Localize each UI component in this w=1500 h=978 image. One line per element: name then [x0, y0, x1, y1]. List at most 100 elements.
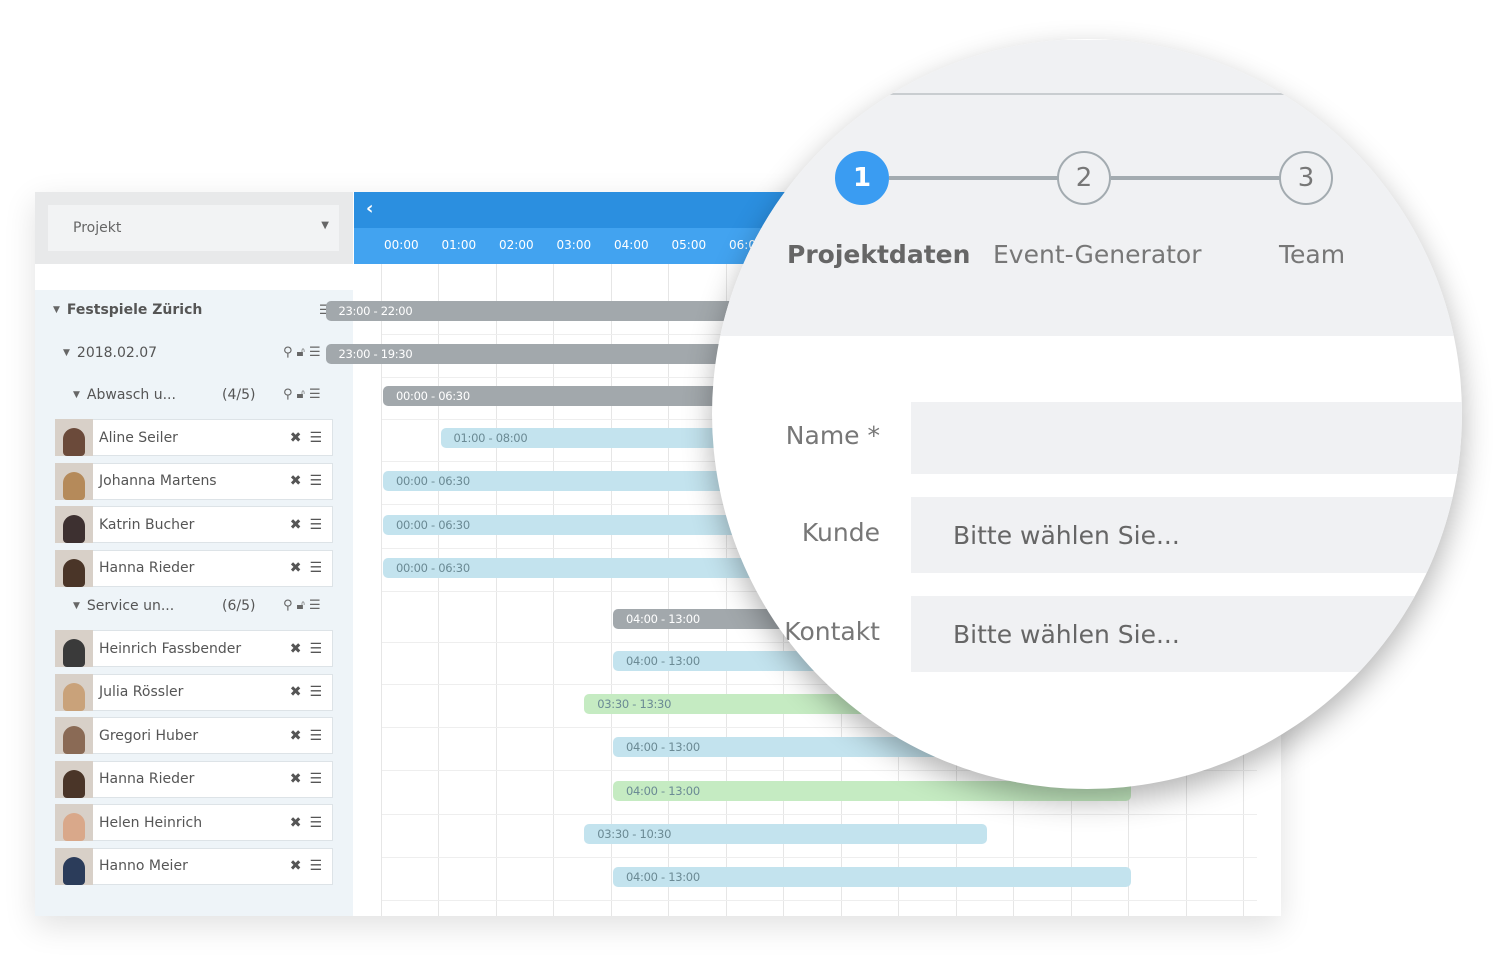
- group-actions: ⚲ 🔓︎ ☰: [283, 598, 321, 613]
- caret-down-icon: ▼: [321, 220, 329, 231]
- remove-icon[interactable]: ✖: [290, 430, 302, 446]
- avatar-figure: [63, 726, 85, 754]
- person-row[interactable]: Katrin Bucher ✖ ☰: [55, 506, 333, 543]
- person-name: Hanno Meier: [99, 858, 188, 874]
- project-select[interactable]: Projekt ▼: [48, 205, 339, 251]
- avatar: [55, 549, 93, 587]
- avatar-figure: [63, 813, 85, 841]
- step-2[interactable]: 2: [1057, 151, 1111, 205]
- person-row[interactable]: Aline Seiler ✖ ☰: [55, 419, 333, 456]
- shift-bar[interactable]: 00:00 - 06:30: [383, 471, 757, 491]
- shift-bar[interactable]: 00:00 - 06:30: [383, 558, 757, 578]
- sidebar: Projekt ▼ ▼ Festspiele Zürich ☰ ▼ 2018.02.0…: [35, 192, 353, 916]
- caret-down-icon: ▼: [73, 601, 80, 611]
- person-actions: ✖ ☰: [290, 473, 322, 489]
- person-row[interactable]: Hanna Rieder ✖ ☰: [55, 760, 333, 798]
- menu-icon[interactable]: ☰: [309, 771, 322, 787]
- avatar-figure: [63, 769, 85, 798]
- menu-icon[interactable]: ☰: [309, 387, 321, 402]
- remove-icon[interactable]: ✖: [290, 473, 302, 489]
- menu-icon[interactable]: ☰: [309, 641, 322, 657]
- menu-icon[interactable]: ☰: [309, 684, 322, 700]
- caret-down-icon: ▼: [53, 305, 60, 315]
- field-value: Bitte wählen Sie...: [953, 520, 1180, 550]
- menu-icon[interactable]: ☰: [309, 858, 322, 874]
- person-row[interactable]: Hanno Meier ✖ ☰: [55, 847, 333, 885]
- location-icon[interactable]: ⚲: [283, 387, 293, 402]
- unlock-icon[interactable]: 🔓︎: [297, 598, 305, 613]
- shift-bar[interactable]: 00:00 - 06:30: [383, 515, 757, 535]
- menu-icon[interactable]: ☰: [309, 815, 322, 831]
- shift-bar[interactable]: 04:00 - 13:00: [613, 867, 1131, 887]
- person-actions: ✖ ☰: [290, 858, 322, 874]
- person-row[interactable]: Helen Heinrich ✖ ☰: [55, 804, 333, 841]
- menu-icon[interactable]: ☰: [309, 728, 322, 744]
- step-1[interactable]: 1: [835, 151, 889, 205]
- group-count: (6/5): [222, 598, 256, 614]
- hour-label: 05:00: [671, 238, 707, 252]
- hour-label: 00:00: [384, 238, 419, 252]
- hour-label: 04:00: [614, 238, 649, 252]
- step-3[interactable]: 3: [1279, 151, 1333, 205]
- remove-icon[interactable]: ✖: [290, 815, 302, 831]
- location-icon[interactable]: ⚲: [283, 345, 293, 360]
- person-actions: ✖ ☰: [290, 771, 322, 787]
- location-icon[interactable]: ⚲: [283, 598, 293, 613]
- step-label[interactable]: Event-Generator: [993, 240, 1202, 269]
- person-row[interactable]: Gregori Huber ✖ ☰: [55, 717, 333, 754]
- person-name: Helen Heinrich: [99, 814, 203, 831]
- remove-icon[interactable]: ✖: [290, 517, 302, 533]
- menu-icon[interactable]: ☰: [309, 598, 321, 613]
- remove-icon[interactable]: ✖: [290, 560, 302, 576]
- person-actions: ✖ ☰: [290, 641, 322, 657]
- hour-label: 01:00: [441, 238, 477, 252]
- step-label[interactable]: Team: [1279, 240, 1345, 269]
- step-label[interactable]: Projektdaten: [787, 240, 970, 269]
- avatar-figure: [63, 515, 85, 543]
- unlock-icon[interactable]: 🔓︎: [297, 345, 305, 360]
- tree-date[interactable]: ▼ 2018.02.07: [63, 345, 157, 361]
- kontakt-select[interactable]: Bitte wählen Sie...: [911, 596, 1462, 672]
- kunde-select[interactable]: Bitte wählen Sie...: [911, 497, 1462, 573]
- person-actions: ✖ ☰: [290, 560, 322, 576]
- field-label: Name *: [785, 421, 880, 450]
- remove-icon[interactable]: ✖: [290, 771, 302, 787]
- unlock-icon[interactable]: 🔓︎: [297, 387, 305, 402]
- field-label: Kontakt: [784, 617, 880, 646]
- avatar: [55, 847, 93, 885]
- avatar-figure: [63, 856, 85, 885]
- remove-icon[interactable]: ✖: [290, 684, 302, 700]
- shift-bar[interactable]: 03:30 - 10:30: [584, 824, 987, 844]
- person-row[interactable]: Heinrich Fassbender ✖ ☰: [55, 630, 333, 667]
- remove-icon[interactable]: ✖: [290, 728, 302, 744]
- tree-group[interactable]: ▼ Service un...: [73, 598, 174, 614]
- name-input[interactable]: [911, 402, 1462, 474]
- row-line: [382, 857, 1257, 858]
- avatar-figure: [63, 639, 85, 667]
- person-name: Heinrich Fassbender: [99, 640, 242, 657]
- menu-icon[interactable]: ☰: [309, 560, 322, 576]
- chevron-left-icon[interactable]: ‹: [366, 198, 373, 219]
- caret-down-icon: ▼: [63, 348, 70, 358]
- menu-icon[interactable]: ☰: [309, 473, 322, 489]
- person-row[interactable]: Hanna Rieder ✖ ☰: [55, 549, 333, 587]
- menu-icon[interactable]: ☰: [309, 345, 321, 360]
- person-row[interactable]: Julia Rössler ✖ ☰: [55, 673, 333, 711]
- remove-icon[interactable]: ✖: [290, 858, 302, 874]
- tree-project[interactable]: ▼ Festspiele Zürich: [53, 302, 202, 318]
- avatar: [55, 630, 93, 667]
- person-name: Julia Rössler: [99, 684, 184, 700]
- menu-icon[interactable]: ☰: [309, 430, 322, 446]
- row-line: [382, 814, 1257, 815]
- person-actions: ✖ ☰: [290, 517, 322, 533]
- person-row[interactable]: Johanna Martens ✖ ☰: [55, 462, 333, 500]
- shift-bar[interactable]: 00:00 - 06:30: [383, 386, 757, 406]
- hour-label: 03:00: [556, 238, 592, 252]
- avatar: [55, 717, 93, 754]
- person-name: Katrin Bucher: [99, 516, 195, 533]
- person-name: Gregori Huber: [99, 727, 199, 744]
- remove-icon[interactable]: ✖: [290, 641, 302, 657]
- tree-group[interactable]: ▼ Abwasch u...: [73, 387, 176, 403]
- menu-icon[interactable]: ☰: [309, 517, 322, 533]
- person-actions: ✖ ☰: [290, 684, 322, 700]
